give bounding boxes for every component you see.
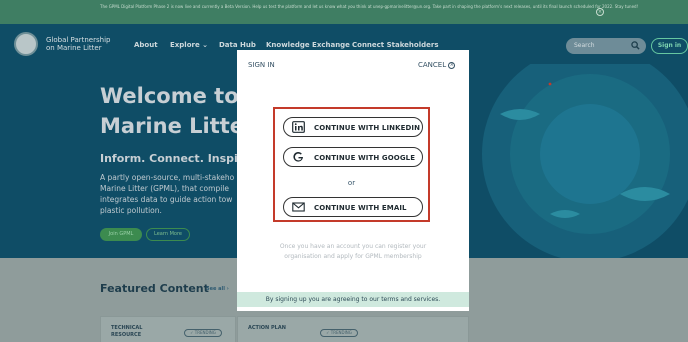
google-icon	[293, 151, 303, 162]
nav-data-hub[interactable]: Data Hub	[219, 41, 256, 49]
logo-line1: Global Partnership	[46, 36, 111, 44]
logo-text[interactable]: Global Partnership on Marine Litter	[46, 36, 116, 52]
trending-badge-label: TRENDING	[194, 330, 216, 335]
trending-badge-label: TRENDING	[330, 330, 352, 335]
featured-title: Featured Content	[100, 282, 209, 295]
terms-notice[interactable]: By signing up you are agreeing to our te…	[237, 292, 469, 307]
check-icon: ✓	[326, 330, 330, 335]
chevron-down-icon: ⌄	[202, 41, 209, 49]
linkedin-icon	[292, 121, 305, 133]
continue-linkedin-label: CONTINUE WITH LINKEDIN	[314, 124, 421, 132]
nav-connect-stakeholders[interactable]: Connect Stakeholders	[352, 41, 439, 49]
check-icon: ✓	[190, 330, 194, 335]
cancel-label: CANCEL	[418, 61, 447, 69]
hero-paragraph: A partly open-source, multi-stakeho Mari…	[100, 173, 235, 215]
close-icon: ×	[448, 61, 456, 69]
join-gpml-button[interactable]: Join GPML	[100, 228, 142, 241]
search-placeholder: Search	[574, 42, 595, 49]
see-all-label: See all	[206, 286, 225, 292]
continue-google-label: CONTINUE WITH GOOGLE	[314, 154, 416, 162]
continue-linkedin-button[interactable]: CONTINUE WITH LINKEDIN	[283, 117, 423, 137]
sign-in-modal: SIGN IN CANCEL × CONTINUE WITH LINKEDIN …	[237, 50, 469, 311]
or-divider: or	[347, 179, 356, 187]
close-icon[interactable]: ×	[596, 8, 604, 16]
logo-line2: on Marine Litter	[46, 44, 102, 52]
card-label: ACTION PLAN	[248, 325, 286, 331]
chevron-right-icon: ›	[226, 286, 229, 292]
beta-banner: The GPML Digital Platform Phase 2 is now…	[0, 0, 688, 24]
search-icon[interactable]	[631, 41, 640, 50]
auth-options-highlight: CONTINUE WITH LINKEDIN CONTINUE WITH GOO…	[273, 107, 430, 222]
trending-badge: ✓ TRENDING	[320, 329, 358, 337]
hero-tagline: Inform. Connect. Inspire.	[100, 152, 255, 165]
featured-card[interactable]: ACTION PLAN ✓ TRENDING	[237, 316, 469, 342]
banner-text: The GPML Digital Platform Phase 2 is now…	[100, 4, 639, 9]
learn-more-button[interactable]: Learn More	[146, 228, 190, 241]
globe-logo[interactable]	[14, 32, 38, 56]
membership-note: Once you have an account you can registe…	[279, 243, 427, 260]
continue-email-label: CONTINUE WITH EMAIL	[314, 204, 407, 212]
featured-card[interactable]: TECHNICAL RESOURCE ✓ TRENDING	[100, 316, 236, 342]
nav-explore[interactable]: Explore ⌄	[170, 41, 208, 49]
modal-title: SIGN IN	[248, 61, 275, 69]
continue-google-button[interactable]: CONTINUE WITH GOOGLE	[283, 147, 423, 167]
see-all-link[interactable]: See all ›	[206, 286, 229, 292]
nav-explore-label: Explore	[170, 41, 200, 49]
search-input[interactable]: Search	[566, 38, 646, 54]
nav-about[interactable]: About	[134, 41, 158, 49]
mail-icon	[292, 202, 305, 212]
nav-knowledge-exchange[interactable]: Knowledge Exchange	[266, 41, 350, 49]
marine-litter-illustration	[482, 64, 688, 258]
sign-in-button[interactable]: Sign in	[651, 38, 688, 54]
card-label: TECHNICAL RESOURCE	[111, 325, 143, 338]
trending-badge: ✓ TRENDING	[184, 329, 222, 337]
continue-email-button[interactable]: CONTINUE WITH EMAIL	[283, 197, 423, 217]
cancel-button[interactable]: CANCEL ×	[418, 61, 456, 69]
